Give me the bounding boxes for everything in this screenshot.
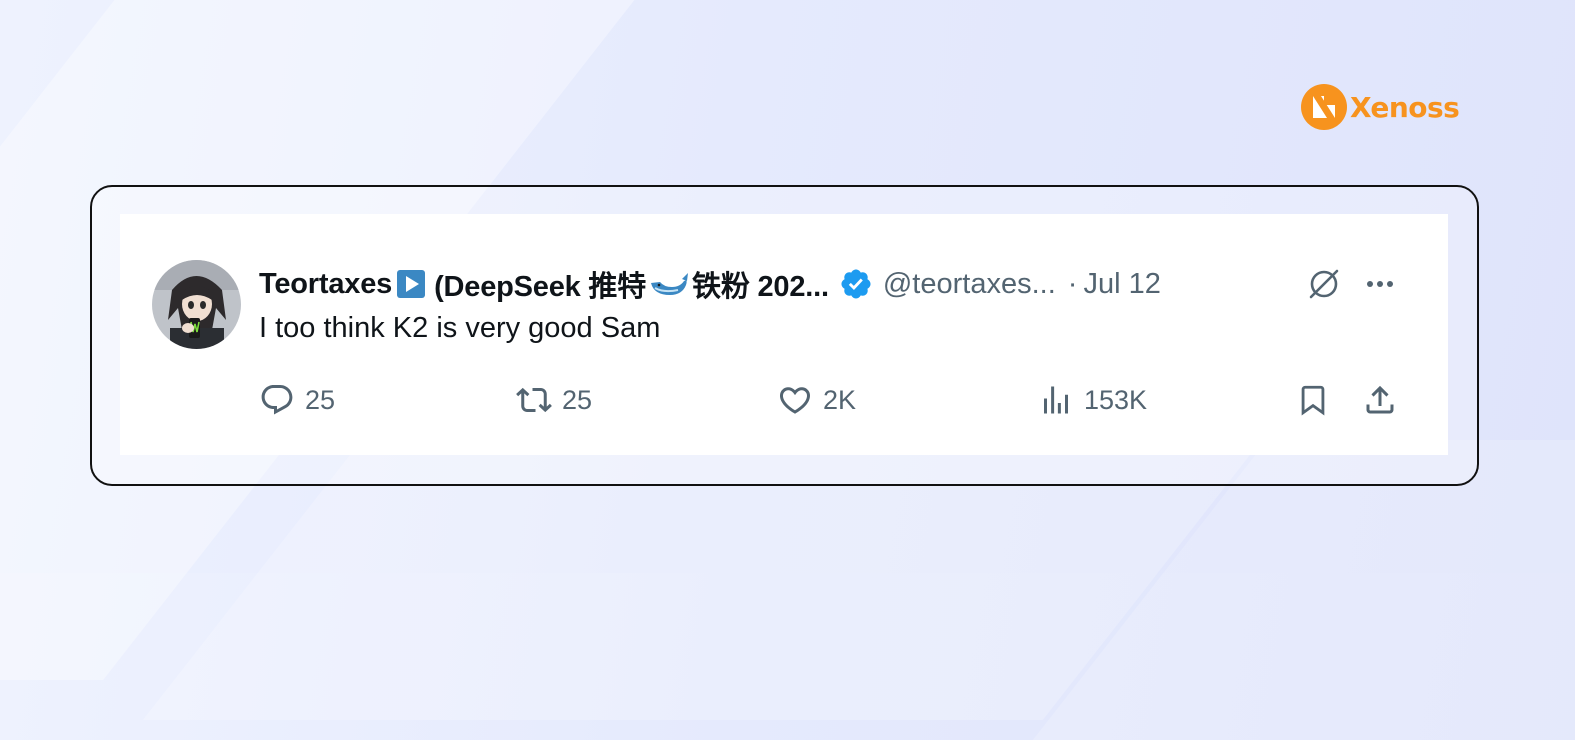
avatar[interactable] — [152, 260, 241, 349]
author-name-part1[interactable]: Teortaxes — [259, 268, 392, 301]
xenoss-logo-icon — [1301, 84, 1347, 130]
reply-button[interactable]: 25 — [259, 380, 335, 420]
reply-count: 25 — [305, 384, 336, 415]
author-handle[interactable]: @teortaxes... — [883, 268, 1056, 301]
tweet-header: Teortaxes (DeepSeek 推特 铁粉 202... @teorta… — [259, 264, 1409, 304]
brand-name: Xenoss — [1350, 90, 1460, 124]
repost-button[interactable]: 25 — [516, 380, 592, 420]
views-chart-icon — [1044, 386, 1068, 414]
play-button-emoji-icon — [394, 269, 428, 299]
like-button[interactable]: 2K — [777, 380, 856, 420]
tweet-card[interactable]: Teortaxes (DeepSeek 推特 铁粉 202... @teorta… — [120, 214, 1448, 455]
bookmark-icon[interactable] — [1296, 382, 1330, 418]
author-name-part2[interactable]: (DeepSeek 推特 — [434, 263, 646, 305]
views-count: 153K — [1084, 384, 1148, 415]
repost-icon — [516, 387, 552, 413]
like-count: 2K — [823, 384, 857, 415]
share-icon[interactable] — [1362, 382, 1398, 418]
heart-icon — [779, 387, 811, 414]
verified-badge-icon — [841, 269, 871, 299]
separator-dot: · — [1067, 267, 1078, 300]
author-name-part3[interactable]: 铁粉 202... — [692, 263, 829, 305]
avatar-image — [152, 260, 241, 349]
tweet-text: I too think K2 is very good Sam — [259, 312, 661, 344]
reply-icon — [261, 385, 293, 415]
whale-emoji-icon — [651, 273, 689, 295]
tweet-date[interactable]: Jul 12 — [1083, 268, 1160, 301]
grok-icon[interactable] — [1307, 267, 1341, 301]
repost-count: 25 — [562, 384, 593, 415]
brand-logo: Xenoss — [1300, 83, 1460, 131]
more-icon[interactable] — [1363, 270, 1397, 298]
views-button[interactable]: 153K — [1038, 380, 1147, 420]
